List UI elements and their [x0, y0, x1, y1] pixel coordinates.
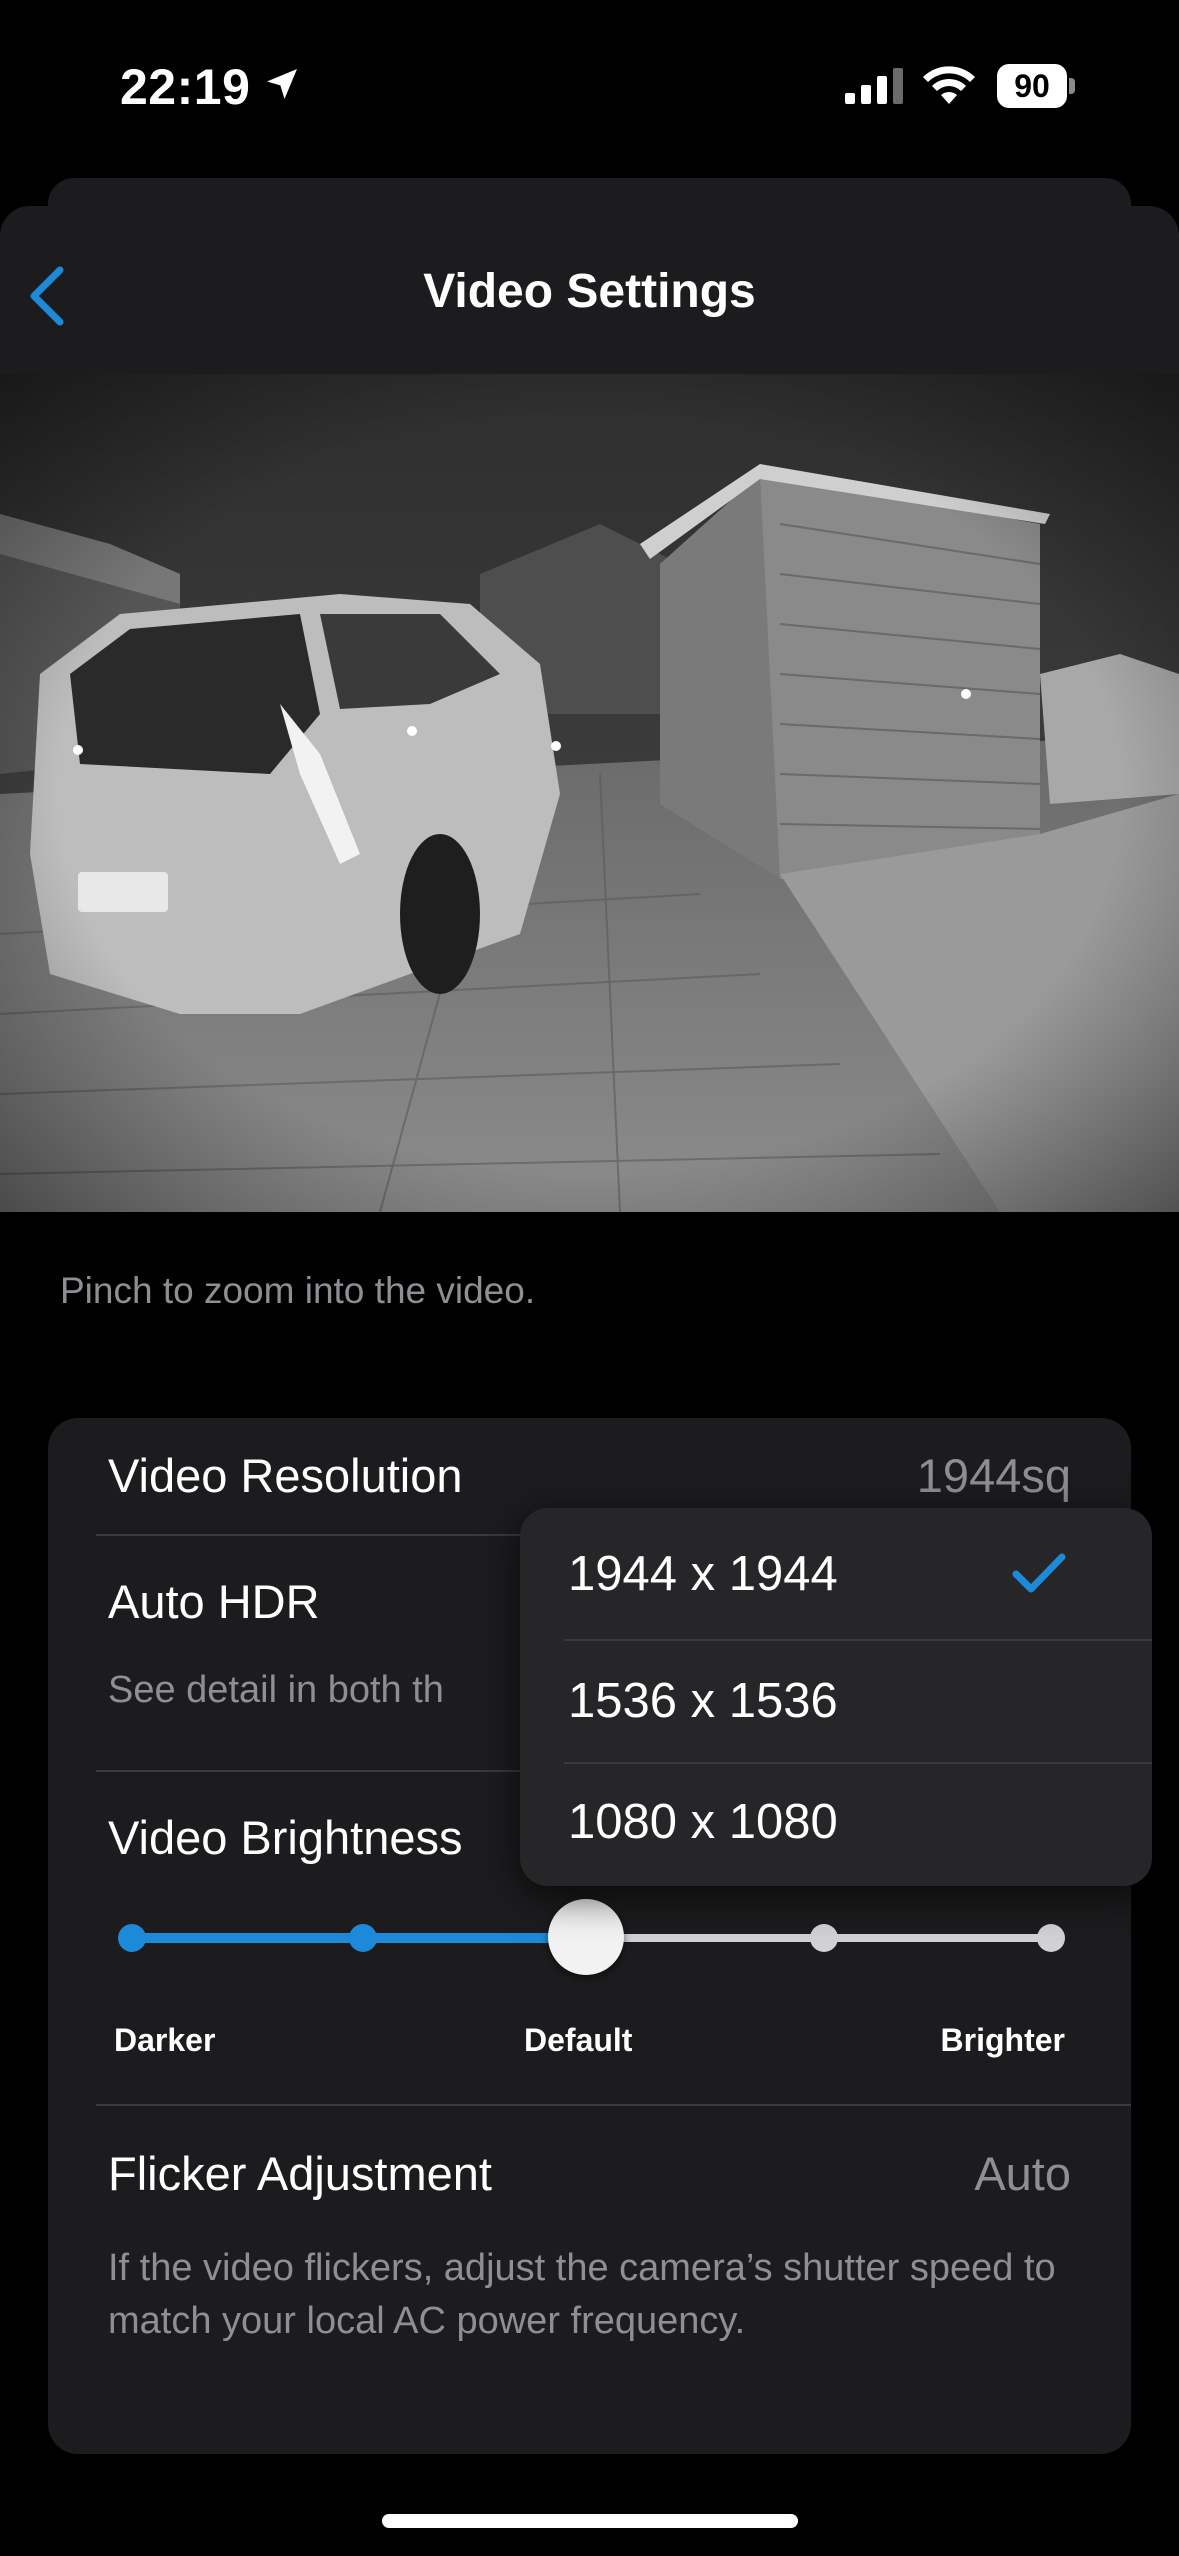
divider: [96, 2104, 1131, 2106]
location-arrow-icon: [267, 69, 297, 99]
slider-step[interactable]: [349, 1924, 377, 1952]
brightness-min-label: Darker: [114, 2022, 216, 2058]
home-indicator: [382, 2514, 798, 2528]
resolution-menu: 1944 x 1944 1536 x 1536 1080 x 1080: [520, 1508, 1152, 1886]
brightness-max-label: Brighter: [940, 2022, 1065, 2058]
flicker-adjustment-value[interactable]: Auto: [974, 2146, 1071, 2201]
resolution-option-label: 1944 x 1944: [568, 1547, 838, 1601]
auto-hdr-description: See detail in both th: [108, 1669, 444, 1711]
camera-frame-image: [0, 374, 1179, 1212]
slider-thumb[interactable]: [548, 1899, 624, 1975]
resolution-option[interactable]: 1944 x 1944: [520, 1508, 1152, 1632]
flicker-adjustment-description: If the video flickers, adjust the camera…: [108, 2247, 1056, 2342]
wifi-icon: [923, 66, 975, 104]
brightness-slider[interactable]: [118, 1896, 1065, 1976]
video-resolution-label: Video Resolution: [108, 1449, 463, 1502]
flicker-adjustment-label: Flicker Adjustment: [108, 2147, 492, 2200]
resolution-option-label: 1080 x 1080: [568, 1795, 838, 1849]
cellular-signal-icon: [845, 68, 903, 104]
camera-video-preview[interactable]: [0, 374, 1179, 1212]
checkmark-icon: [1012, 1553, 1066, 1593]
video-resolution-value[interactable]: 1944sq: [917, 1448, 1071, 1503]
resolution-option-label: 1536 x 1536: [568, 1674, 838, 1728]
slider-step[interactable]: [1037, 1924, 1065, 1952]
status-bar: 22:19 90: [0, 0, 1179, 170]
page-title: Video Settings: [423, 265, 756, 318]
battery-level: 90: [1014, 68, 1050, 104]
navigation-bar: Video Settings: [0, 206, 1179, 374]
video-brightness-label: Video Brightness: [108, 1811, 463, 1864]
resolution-option[interactable]: 1080 x 1080: [520, 1764, 1152, 1888]
slider-step[interactable]: [810, 1924, 838, 1952]
slider-step[interactable]: [118, 1924, 146, 1952]
battery-indicator: 90: [997, 64, 1075, 108]
resolution-option[interactable]: 1536 x 1536: [520, 1641, 1152, 1765]
zoom-hint: Pinch to zoom into the video.: [60, 1270, 536, 1311]
brightness-mid-label: Default: [524, 2022, 633, 2058]
auto-hdr-label: Auto HDR: [108, 1575, 320, 1628]
status-time: 22:19: [120, 59, 251, 115]
